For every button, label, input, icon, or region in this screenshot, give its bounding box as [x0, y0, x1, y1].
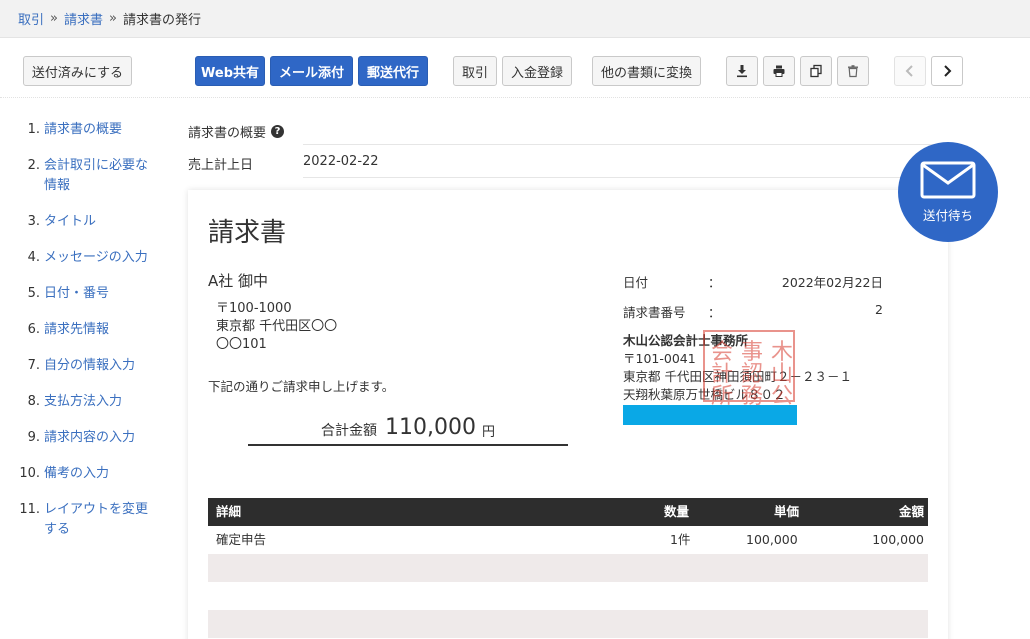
nav-item-date-number[interactable]: 5. 日付・番号: [18, 284, 158, 304]
nav-item-my-info[interactable]: 7. 自分の情報入力: [18, 356, 158, 376]
nav-item-overview[interactable]: 1. 請求書の概要: [18, 120, 158, 140]
invoice-summary: 請求書の概要 ? 売上計上日 2022-02-22: [188, 118, 948, 178]
delete-button[interactable]: [837, 56, 869, 86]
nav-item-layout[interactable]: 11. レイアウトを変更する: [18, 500, 158, 540]
total-label: 合計金額: [321, 423, 377, 439]
invoice-preview: 請求書 A社 御中 〒100-1000 東京都 千代田区〇〇 〇〇101 下記の…: [188, 190, 948, 639]
table-row-empty: [208, 610, 928, 638]
breadcrumb-separator: »: [109, 11, 117, 26]
table-row: 確定申告 1件 100,000 100,000: [216, 532, 924, 547]
print-icon: [773, 65, 785, 77]
breadcrumb-link-invoices[interactable]: 請求書: [64, 9, 103, 28]
breadcrumb-separator: »: [50, 11, 58, 26]
mark-sent-button[interactable]: 送付済みにする: [23, 56, 132, 86]
prev-button[interactable]: [894, 56, 926, 86]
chevron-left-icon: [905, 65, 913, 77]
chevron-right-icon: [944, 65, 952, 77]
payment-register-button[interactable]: 入金登録: [502, 56, 572, 86]
redaction-bar: [623, 405, 797, 425]
total-unit: 円: [481, 425, 495, 440]
status-badge: 送付待ち: [898, 142, 998, 242]
next-button[interactable]: [931, 56, 963, 86]
table-header: 詳細 数量 単価 金額: [208, 498, 928, 526]
invoice-title: 請求書: [208, 218, 287, 248]
company-seal: 木 山 公 事 認 務 会 計 所: [703, 330, 795, 409]
help-icon[interactable]: ?: [271, 124, 285, 138]
web-share-button[interactable]: Web共有: [195, 56, 265, 86]
nav-item-billing-info[interactable]: 6. 請求先情報: [18, 320, 158, 340]
transaction-button[interactable]: 取引: [453, 56, 497, 86]
number-row: 請求書番号 ： 2: [623, 302, 883, 320]
copy-icon: [810, 64, 822, 78]
download-icon: [737, 65, 747, 78]
section-nav: 1. 請求書の概要 2. 会計取引に必要な情報 3. タイトル 4. メッセージの入力 …: [18, 120, 158, 556]
intro-text: 下記の通りご請求申し上げます。: [208, 379, 395, 394]
breadcrumb-link-transactions[interactable]: 取引: [18, 9, 44, 28]
toolbar: 送付済みにする Web共有 メール添付 郵送代行 取引 入金登録 他の書類に変換: [0, 38, 1030, 98]
nav-item-invoice-content[interactable]: 9. 請求内容の入力: [18, 428, 158, 448]
sales-date-value: 2022-02-22: [303, 144, 948, 178]
sales-date-label: 売上計上日: [188, 158, 254, 173]
mail-attach-button[interactable]: メール添付: [270, 56, 353, 86]
invoice-date: 2022年02月22日: [781, 275, 883, 290]
table-row-empty: [208, 582, 928, 610]
table-row-empty: [208, 554, 928, 582]
nav-item-notes[interactable]: 10. 備考の入力: [18, 464, 158, 484]
breadcrumb-current: 請求書の発行: [122, 13, 201, 28]
nav-item-accounting-info[interactable]: 2. 会計取引に必要な情報: [18, 156, 158, 196]
total-amount: 合計金額 110,000 円: [248, 412, 568, 446]
date-row: 日付 ： 2022年02月22日: [623, 272, 883, 302]
mail-icon: [920, 161, 976, 198]
invoice-items-table: 詳細 数量 単価 金額 確定申告 1件 100,000 100,000: [208, 498, 928, 638]
download-button[interactable]: [726, 56, 758, 86]
recipient-address: 〒100-1000 東京都 千代田区〇〇 〇〇101: [216, 301, 338, 352]
sales-date-row: 売上計上日 2022-02-22: [188, 144, 948, 178]
print-button[interactable]: [763, 56, 795, 86]
recipient-name: A社 御中: [208, 272, 269, 290]
nav-item-message[interactable]: 4. メッセージの入力: [18, 248, 158, 268]
invoice-number: 2: [875, 302, 883, 317]
invoice-meta: 日付 ： 2022年02月22日 請求書番号 ： 2: [623, 272, 883, 332]
trash-icon: [848, 65, 858, 78]
nav-item-payment-method[interactable]: 8. 支払方法入力: [18, 392, 158, 412]
mail-proxy-button[interactable]: 郵送代行: [358, 56, 428, 86]
convert-document-button[interactable]: 他の書類に変換: [592, 56, 701, 86]
breadcrumb: 取引 » 請求書 » 請求書の発行: [0, 0, 1030, 38]
summary-title: 請求書の概要: [188, 125, 267, 141]
nav-item-title[interactable]: 3. タイトル: [18, 212, 158, 232]
total-value: 110,000: [385, 415, 476, 440]
copy-button[interactable]: [800, 56, 832, 86]
status-label: 送付待ち: [922, 207, 973, 223]
